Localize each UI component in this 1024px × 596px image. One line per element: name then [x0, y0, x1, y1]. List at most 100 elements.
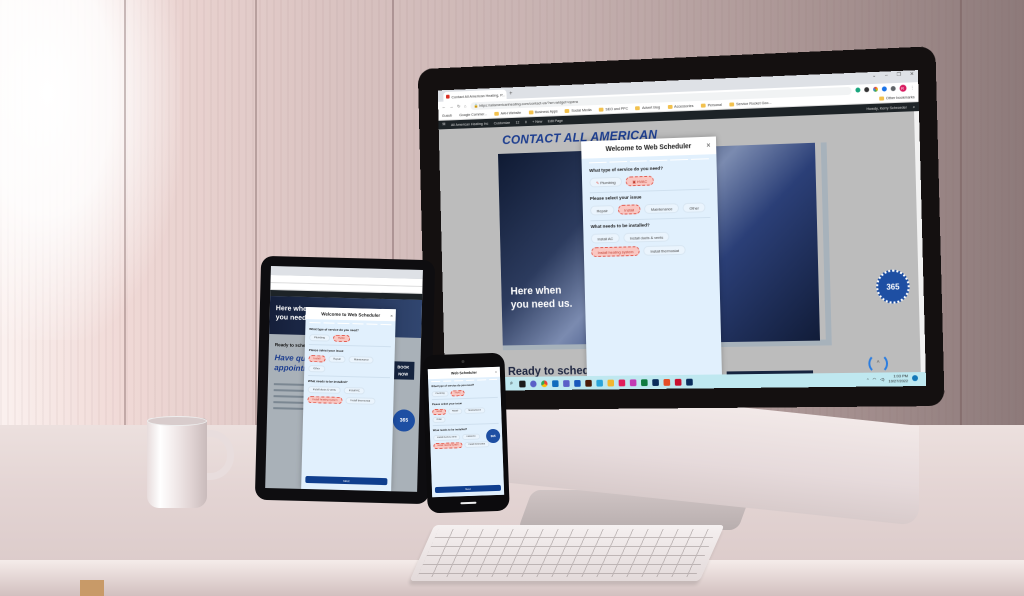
bookmark-folder[interactable]: Personal — [700, 103, 722, 108]
bookmark[interactable]: Gusub — [442, 114, 452, 118]
option-repair[interactable]: Repair — [590, 205, 615, 216]
search-icon[interactable]: ⌕ — [913, 105, 915, 109]
next-button[interactable]: Next — [305, 475, 388, 486]
tab-search-button[interactable]: ⌄ — [872, 73, 876, 79]
divider — [590, 216, 711, 222]
reload-icon[interactable]: ↻ — [457, 103, 461, 109]
taskbar-photoshop-icon[interactable] — [686, 378, 693, 386]
option-install-ducts[interactable]: Install ducts & vents — [623, 231, 670, 243]
taskbar-outlook-icon[interactable] — [552, 379, 559, 387]
option-install-heating[interactable]: Install heating system — [591, 246, 641, 258]
option-install[interactable]: Install — [308, 355, 326, 363]
new-tab-button[interactable]: + — [509, 89, 512, 99]
reviews-badge[interactable]: 365 — [875, 269, 911, 304]
taskbar-chrome-icon[interactable] — [541, 379, 548, 387]
option-install[interactable]: Install — [432, 408, 447, 416]
volume-icon[interactable]: ◁) — [880, 376, 884, 381]
taskbar-word-icon[interactable] — [574, 379, 581, 387]
modal-title: Welcome to Web Scheduler — [321, 310, 381, 318]
minimize-button[interactable]: – — [885, 72, 888, 78]
back-icon[interactable]: ← — [442, 104, 446, 109]
next-button[interactable]: Next — [434, 484, 502, 494]
option-hvac[interactable]: HVAC — [332, 334, 351, 343]
bookmark-folder[interactable]: Advert blog — [635, 105, 660, 111]
bookmark-folder[interactable]: SEO and PPC — [598, 107, 628, 112]
extension-icon[interactable] — [854, 87, 860, 93]
tablet-reviews-badge[interactable]: 365 — [392, 409, 416, 432]
puzzle-icon[interactable] — [890, 86, 896, 92]
option-install-ducts[interactable]: Install ducts & vents — [433, 434, 461, 442]
option-hvac[interactable]: ▣ HVAC — [625, 175, 654, 187]
wp-customize[interactable]: Customize — [494, 120, 510, 124]
restore-button[interactable]: ❐ — [897, 72, 902, 78]
web-scheduler-modal: Welcome to Web Scheduler × What type of … — [581, 136, 724, 392]
github-icon[interactable] — [863, 87, 869, 93]
extension-icon[interactable] — [872, 86, 878, 92]
tray-overflow-icon[interactable]: ^ — [867, 376, 869, 381]
wp-site-name[interactable]: All American Heating Inc — [451, 121, 488, 126]
notification-icon[interactable] — [911, 375, 919, 382]
bookmark-folder[interactable]: Business Apps — [528, 109, 558, 115]
wp-greeting[interactable]: Howdy, Kerry Schroeder — [866, 105, 906, 111]
option-install-ducts[interactable]: Install ducts & vents — [307, 386, 341, 394]
taskbar-onenote-icon[interactable] — [629, 378, 637, 386]
wp-new[interactable]: + New — [532, 119, 542, 123]
taskbar-illustrator-icon[interactable] — [585, 379, 592, 387]
close-icon[interactable]: × — [390, 313, 392, 318]
tablet-book-now-button[interactable]: BOOK NOW — [392, 361, 415, 380]
option-install-heating[interactable]: Install heating system — [433, 442, 463, 450]
option-plumbing[interactable]: Plumbing — [309, 334, 331, 342]
taskbar-photoshop-icon[interactable] — [652, 378, 659, 386]
profile-avatar[interactable]: R — [899, 84, 907, 92]
bookmark[interactable]: Google Commer... — [459, 112, 487, 117]
bookmark-folder[interactable]: Social Media — [564, 108, 592, 114]
taskbar-search-icon[interactable]: ⌕ — [508, 380, 515, 387]
more-menu-icon[interactable]: ⋮ — [910, 85, 915, 91]
option-install-heating[interactable]: Install heating system — [307, 396, 343, 404]
option-install-thermostat[interactable]: Install thermostat — [643, 244, 686, 256]
option-install-ac[interactable]: Install AC — [462, 433, 480, 441]
home-icon[interactable]: ⌂ — [464, 104, 467, 109]
option-repair[interactable]: Repair — [447, 408, 463, 415]
option-install-ac[interactable]: Install AC — [590, 233, 620, 244]
option-plumbing[interactable]: ✎ Plumbing — [589, 176, 623, 188]
close-icon[interactable]: × — [706, 142, 710, 149]
option-other[interactable]: Other — [308, 365, 325, 373]
clock[interactable]: 1:03 PM 10/27/2022 — [888, 373, 908, 383]
wp-comments[interactable]: 0 — [525, 120, 527, 124]
option-maintenance[interactable]: Maintenance — [644, 203, 680, 214]
scroll-to-top-button[interactable]: ^ — [868, 353, 889, 374]
option-plumbing[interactable]: Plumbing — [431, 390, 449, 398]
taskbar-app-icon[interactable] — [519, 380, 526, 387]
option-other[interactable]: Other — [682, 202, 706, 213]
taskbar-indesign-icon[interactable] — [674, 378, 682, 386]
option-maintenance[interactable]: Maintenance — [464, 407, 486, 415]
taskbar-explorer-icon[interactable] — [607, 379, 615, 386]
close-window-button[interactable]: ✕ — [910, 71, 914, 77]
option-other[interactable]: Other — [432, 416, 447, 424]
taskbar-html5-icon[interactable] — [663, 378, 671, 386]
close-icon[interactable]: × — [495, 370, 497, 374]
taskbar-chat-icon[interactable] — [530, 380, 537, 387]
option-hvac[interactable]: HVAC — [450, 390, 465, 397]
wp-edit-page[interactable]: Edit Page — [548, 118, 563, 122]
other-bookmarks[interactable]: Other bookmarks — [879, 95, 915, 101]
wifi-icon[interactable]: ◠ — [873, 376, 877, 381]
bookmark-folder[interactable]: Service Rocket Goo... — [729, 101, 772, 107]
taskbar-excel-icon[interactable] — [640, 378, 648, 386]
forward-icon[interactable]: → — [449, 104, 453, 109]
taskbar-slack-icon[interactable] — [618, 379, 626, 386]
wordpress-icon[interactable]: Ⓦ — [442, 122, 446, 127]
bookmark-folder[interactable]: AAH Website — [494, 111, 521, 116]
bookmark-folder[interactable]: Accessories — [667, 104, 694, 109]
taskbar-files-icon[interactable] — [596, 379, 603, 387]
option-install-thermostat[interactable]: Install thermostat — [345, 397, 376, 405]
taskbar-teams-icon[interactable] — [563, 379, 570, 387]
option-maintenance[interactable]: Maintenance — [348, 356, 374, 364]
option-install-ac[interactable]: Install AC — [343, 386, 365, 395]
option-repair[interactable]: Repair — [328, 355, 347, 364]
extension-icon[interactable] — [881, 86, 887, 92]
option-install-thermostat[interactable]: Install thermostat — [464, 441, 490, 449]
wp-updates[interactable]: 12 — [515, 120, 519, 124]
option-install[interactable]: Install — [617, 204, 641, 215]
